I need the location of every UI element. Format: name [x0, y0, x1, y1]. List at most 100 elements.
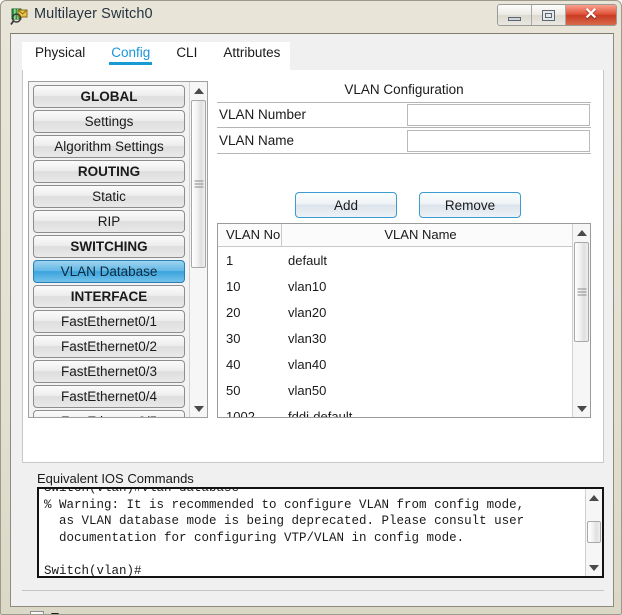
sidebar-item-label: FastEthernet0/5	[61, 414, 157, 417]
ios-commands-label: Equivalent IOS Commands	[37, 471, 194, 486]
sidebar-item-algorithm-settings[interactable]: Algorithm Settings	[33, 135, 185, 158]
close-icon: ✕	[584, 6, 598, 23]
tab-config[interactable]: Config	[98, 42, 163, 65]
table-scroll-up-button[interactable]	[573, 224, 590, 241]
sidebar-scrollbar-thumb[interactable]	[191, 100, 206, 268]
sidebar-scroll-port: GLOBAL Settings Algorithm Settings ROUTI…	[29, 82, 190, 417]
vlan-action-buttons: Add Remove	[217, 192, 591, 220]
tab-config-label: Config	[111, 45, 151, 60]
cell-vlan-name: default	[288, 253, 328, 268]
window-controls: ✕	[497, 4, 617, 26]
minimize-button[interactable]	[498, 5, 532, 25]
tab-physical[interactable]: Physical	[22, 42, 98, 60]
chevron-up-icon	[589, 494, 599, 501]
application-window: Multilayer Switch0 ✕ Physical Config CLI…	[0, 0, 622, 615]
sidebar-item-switching[interactable]: SWITCHING	[33, 235, 185, 258]
maximize-icon	[542, 9, 555, 21]
table-row[interactable]: 1 default	[218, 248, 573, 274]
tab-cli-label: CLI	[176, 45, 198, 60]
cell-vlan-name: vlan20	[288, 305, 327, 320]
cell-vlan-name: vlan10	[288, 279, 327, 294]
sidebar-item-fastethernet0-1[interactable]: FastEthernet0/1	[33, 310, 185, 333]
tab-active-underline	[109, 62, 153, 65]
sidebar-item-label: GLOBAL	[80, 89, 138, 104]
cell-vlan-name: vlan40	[288, 357, 327, 372]
sidebar-item-static[interactable]: Static	[33, 185, 185, 208]
ios-scroll-down-button[interactable]	[586, 559, 602, 576]
table-row[interactable]: 30 vlan30	[218, 326, 573, 352]
tab-strip: Physical Config CLI Attributes	[22, 42, 604, 70]
ios-scrollbar-thumb[interactable]	[587, 521, 601, 543]
window-title: Multilayer Switch0	[34, 6, 153, 22]
vlan-table-header: VLAN No VLAN Name	[218, 224, 573, 247]
cell-vlan-no: 50	[226, 383, 241, 398]
vlan-table-scrollbar[interactable]	[572, 224, 590, 417]
close-button[interactable]: ✕	[566, 5, 616, 25]
cell-vlan-no: 30	[226, 331, 241, 346]
tab-attributes-label: Attributes	[223, 45, 281, 60]
sidebar-scrollbar[interactable]	[189, 82, 207, 417]
table-row[interactable]: 40 vlan40	[218, 352, 573, 378]
cell-vlan-no: 1002	[226, 409, 255, 418]
title-bar: Multilayer Switch0 ✕	[1, 1, 621, 32]
bottom-divider	[22, 590, 604, 591]
sidebar-item-label: Algorithm Settings	[54, 139, 164, 154]
sidebar-item-fastethernet0-3[interactable]: FastEthernet0/3	[33, 360, 185, 383]
table-row[interactable]: 50 vlan50	[218, 378, 573, 404]
top-checkbox-row[interactable]: Top	[30, 610, 72, 614]
vlan-number-row: VLAN Number	[217, 103, 591, 128]
chevron-down-icon	[576, 405, 587, 412]
sidebar-item-fastethernet0-5[interactable]: FastEthernet0/5	[33, 410, 185, 417]
top-checkbox[interactable]	[30, 610, 44, 614]
table-row[interactable]: 20 vlan20	[218, 300, 573, 326]
add-button-label: Add	[333, 197, 359, 213]
sidebar-item-label: ROUTING	[77, 164, 141, 179]
sidebar-item-vlan-database[interactable]: VLAN Database	[33, 260, 185, 283]
cell-vlan-no: 10	[226, 279, 241, 294]
minimize-icon	[508, 16, 521, 21]
sidebar-item-fastethernet0-2[interactable]: FastEthernet0/2	[33, 335, 185, 358]
column-header-vlan-no: VLAN No	[226, 227, 281, 242]
sidebar-item-label: FastEthernet0/2	[60, 339, 158, 354]
add-button[interactable]: Add	[295, 192, 397, 218]
top-checkbox-label: Top	[51, 610, 72, 614]
sidebar-item-rip[interactable]: RIP	[33, 210, 185, 233]
vlan-number-input[interactable]	[407, 104, 590, 126]
chevron-down-icon	[193, 405, 204, 412]
tab-attributes[interactable]: Attributes	[210, 42, 293, 60]
chevron-down-icon	[589, 564, 599, 571]
sidebar-item-label: FastEthernet0/1	[60, 314, 158, 329]
table-scroll-down-button[interactable]	[573, 400, 590, 417]
sidebar-item-global[interactable]: GLOBAL	[33, 85, 185, 108]
ios-scroll-up-button[interactable]	[586, 489, 602, 506]
ios-console-scrollbar[interactable]	[585, 489, 602, 576]
sidebar-scroll-down-button[interactable]	[190, 400, 207, 417]
table-row[interactable]: 1002 fddi-default	[218, 404, 573, 418]
sidebar-item-label: Static	[92, 189, 126, 204]
sidebar-item-fastethernet0-4[interactable]: FastEthernet0/4	[33, 385, 185, 408]
vlan-name-label: VLAN Name	[219, 133, 295, 148]
sidebar-item-label: SWITCHING	[70, 239, 148, 254]
sidebar-item-label: FastEthernet0/4	[60, 389, 158, 404]
ios-commands-console[interactable]: Switch(vlan)#vlan database % Warning: It…	[37, 487, 604, 578]
vlan-name-input[interactable]	[407, 130, 590, 152]
chevron-up-icon	[193, 87, 204, 94]
table-row[interactable]: 10 vlan10	[218, 274, 573, 300]
tab-cli[interactable]: CLI	[163, 42, 210, 60]
vlan-configuration-heading: VLAN Configuration	[344, 82, 464, 97]
column-separator	[281, 224, 282, 247]
sidebar-item-settings[interactable]: Settings	[33, 110, 185, 133]
sidebar-item-interface[interactable]: INTERFACE	[33, 285, 185, 308]
cell-vlan-name: fddi-default	[288, 409, 353, 418]
remove-button[interactable]: Remove	[419, 192, 521, 218]
chevron-up-icon	[576, 229, 587, 236]
config-sidebar: GLOBAL Settings Algorithm Settings ROUTI…	[28, 81, 208, 418]
maximize-button[interactable]	[532, 5, 566, 25]
sidebar-item-routing[interactable]: ROUTING	[33, 160, 185, 183]
column-header-vlan-name: VLAN Name	[384, 227, 457, 242]
table-scrollbar-thumb[interactable]	[574, 242, 589, 342]
sidebar-item-label: RIP	[97, 214, 121, 229]
sidebar-scroll-up-button[interactable]	[190, 82, 207, 99]
tab-physical-label: Physical	[35, 45, 86, 60]
scrollbar-grip-icon	[577, 288, 586, 296]
